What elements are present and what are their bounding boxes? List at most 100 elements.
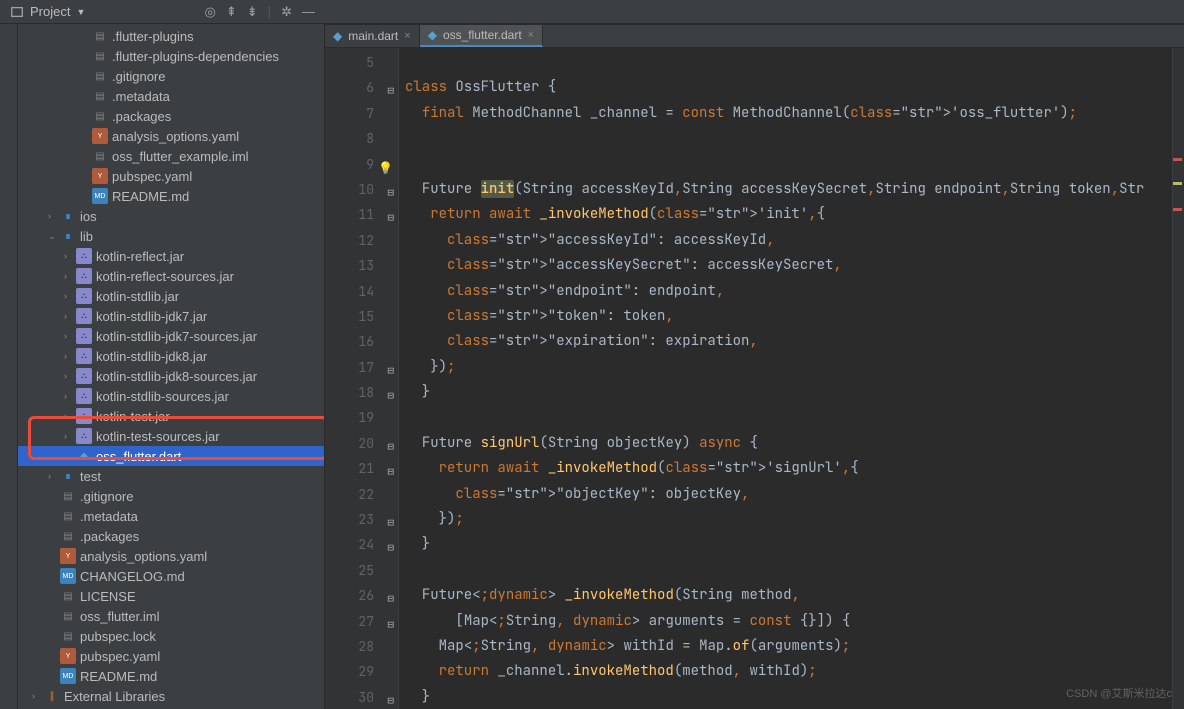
editor-tab[interactable]: ◆main.dart× bbox=[325, 25, 420, 47]
tree-row[interactable]: ⌄∎lib bbox=[18, 226, 324, 246]
code-line[interactable]: class OssFlutter { bbox=[405, 75, 1172, 100]
gutter-line[interactable]: 15 bbox=[325, 304, 398, 329]
code-line[interactable]: class="str">"accessKeySecret": accessKey… bbox=[405, 253, 1172, 278]
close-icon[interactable]: × bbox=[404, 30, 410, 42]
tree-arrow-icon[interactable]: › bbox=[64, 291, 76, 301]
tree-row[interactable]: ›∎test bbox=[18, 466, 324, 486]
gear-icon[interactable]: ✲ bbox=[281, 4, 292, 20]
tree-row[interactable]: ›∥External Libraries bbox=[18, 686, 324, 706]
gutter-line[interactable]: 23⊟ bbox=[325, 507, 398, 532]
code-line[interactable]: } bbox=[405, 380, 1172, 405]
fold-icon[interactable]: ⊟ bbox=[380, 79, 394, 93]
gutter-line[interactable]: 17⊟ bbox=[325, 355, 398, 380]
gutter-line[interactable]: 14 bbox=[325, 279, 398, 304]
code-line[interactable]: Future signUrl(String objectKey) async { bbox=[405, 431, 1172, 456]
tree-arrow-icon[interactable]: › bbox=[64, 371, 76, 381]
code-line[interactable] bbox=[405, 405, 1172, 430]
code-line[interactable]: final MethodChannel _channel = const Met… bbox=[405, 101, 1172, 126]
fold-icon[interactable]: ⊟ bbox=[380, 435, 394, 449]
tree-row[interactable]: MDREADME.md bbox=[18, 666, 324, 686]
tree-arrow-icon[interactable]: › bbox=[64, 271, 76, 281]
tree-row[interactable]: ›⛬kotlin-reflect-sources.jar bbox=[18, 266, 324, 286]
tree-arrow-icon[interactable]: › bbox=[48, 471, 60, 481]
tree-row[interactable]: ›⛬kotlin-stdlib-sources.jar bbox=[18, 386, 324, 406]
gutter-line[interactable]: 22 bbox=[325, 482, 398, 507]
tree-row[interactable]: ▤.flutter-plugins bbox=[18, 26, 324, 46]
gutter-line[interactable]: 8 bbox=[325, 126, 398, 151]
tree-row[interactable]: MDCHANGELOG.md bbox=[18, 566, 324, 586]
project-toolwindow-button[interactable]: Project ▼ bbox=[4, 2, 91, 21]
tree-arrow-icon[interactable]: › bbox=[48, 211, 60, 221]
gutter-line[interactable]: 13 bbox=[325, 253, 398, 278]
code-line[interactable]: Map<;String, dynamic> withId = Map.of(ar… bbox=[405, 634, 1172, 659]
close-icon[interactable]: × bbox=[528, 29, 534, 41]
gutter-line[interactable]: 24⊟ bbox=[325, 532, 398, 557]
tree-row[interactable]: ▤.gitignore bbox=[18, 66, 324, 86]
editor-tab[interactable]: ◆oss_flutter.dart× bbox=[420, 25, 543, 47]
locate-icon[interactable]: ◎ bbox=[205, 4, 216, 20]
code-line[interactable]: }); bbox=[405, 507, 1172, 532]
fold-icon[interactable]: ⊟ bbox=[380, 359, 394, 373]
fold-icon[interactable]: ⊟ bbox=[380, 587, 394, 601]
expand-all-icon[interactable]: ⇞ bbox=[226, 4, 237, 20]
gutter-line[interactable]: 10⊟ bbox=[325, 177, 398, 202]
gutter-line[interactable]: 26⊟ bbox=[325, 583, 398, 608]
fold-icon[interactable]: ⊟ bbox=[380, 384, 394, 398]
tree-row[interactable]: ▤pubspec.lock bbox=[18, 626, 324, 646]
code-line[interactable]: } bbox=[405, 532, 1172, 557]
tree-arrow-icon[interactable]: › bbox=[64, 411, 76, 421]
code-line[interactable]: }); bbox=[405, 355, 1172, 380]
code-line[interactable] bbox=[405, 558, 1172, 583]
code-line[interactable]: [Map<;String, dynamic> arguments = const… bbox=[405, 609, 1172, 634]
gutter-line[interactable]: 20⊟ bbox=[325, 431, 398, 456]
code-line[interactable]: class="str">"objectKey": objectKey, bbox=[405, 482, 1172, 507]
fold-icon[interactable]: ⊟ bbox=[380, 613, 394, 627]
tree-row[interactable]: ›⛬kotlin-test.jar bbox=[18, 406, 324, 426]
tree-row[interactable]: ▤.packages bbox=[18, 526, 324, 546]
gutter-line[interactable]: 19 bbox=[325, 405, 398, 430]
gutter-line[interactable]: 12 bbox=[325, 228, 398, 253]
gutter-line[interactable]: 27⊟ bbox=[325, 609, 398, 634]
tree-row[interactable]: ›∎ios bbox=[18, 206, 324, 226]
tree-row[interactable]: ›⛬kotlin-stdlib-jdk8-sources.jar bbox=[18, 366, 324, 386]
tree-arrow-icon[interactable]: › bbox=[64, 331, 76, 341]
gutter-line[interactable]: 21⊟ bbox=[325, 456, 398, 481]
code-editor[interactable]: class OssFlutter { final MethodChannel _… bbox=[399, 48, 1172, 709]
tree-arrow-icon[interactable]: › bbox=[64, 431, 76, 441]
gutter-line[interactable]: 5 bbox=[325, 50, 398, 75]
gutter-line[interactable]: 11⊟ bbox=[325, 202, 398, 227]
gutter-line[interactable]: 18⊟ bbox=[325, 380, 398, 405]
tree-row[interactable]: Ypubspec.yaml bbox=[18, 646, 324, 666]
tree-row[interactable]: ›⛬kotlin-stdlib-jdk8.jar bbox=[18, 346, 324, 366]
gutter-line[interactable]: 7 bbox=[325, 101, 398, 126]
tree-row[interactable]: MDREADME.md bbox=[18, 186, 324, 206]
gutter-line[interactable]: 16 bbox=[325, 329, 398, 354]
tree-row[interactable]: ›⛬kotlin-stdlib-jdk7-sources.jar bbox=[18, 326, 324, 346]
fold-icon[interactable]: ⊟ bbox=[380, 181, 394, 195]
code-line[interactable]: return await _invokeMethod(class="str">'… bbox=[405, 456, 1172, 481]
tree-row[interactable]: Yanalysis_options.yaml bbox=[18, 546, 324, 566]
tree-arrow-icon[interactable]: › bbox=[64, 391, 76, 401]
code-line[interactable]: class="str">"endpoint": endpoint, bbox=[405, 279, 1172, 304]
code-line[interactable]: class="str">"token": token, bbox=[405, 304, 1172, 329]
tree-row[interactable]: Ypubspec.yaml bbox=[18, 166, 324, 186]
code-line[interactable]: class="str">"expiration": expiration, bbox=[405, 329, 1172, 354]
tree-row[interactable]: ›⛬kotlin-stdlib.jar bbox=[18, 286, 324, 306]
tree-row[interactable]: ▤.gitignore bbox=[18, 486, 324, 506]
fold-icon[interactable]: ⊟ bbox=[380, 511, 394, 525]
code-line[interactable] bbox=[405, 50, 1172, 75]
code-line[interactable]: Future init(String accessKeyId,String ac… bbox=[405, 177, 1172, 202]
tree-row[interactable]: Yanalysis_options.yaml bbox=[18, 126, 324, 146]
bulb-icon[interactable]: 💡 bbox=[378, 156, 392, 170]
fold-icon[interactable]: ⊟ bbox=[380, 689, 394, 703]
fold-icon[interactable]: ⊟ bbox=[380, 536, 394, 550]
code-line[interactable]: Future<;dynamic> _invokeMethod(String me… bbox=[405, 583, 1172, 608]
code-line[interactable] bbox=[405, 126, 1172, 151]
tree-row[interactable]: ▤oss_flutter_example.iml bbox=[18, 146, 324, 166]
tree-row[interactable]: ›⛬kotlin-test-sources.jar bbox=[18, 426, 324, 446]
tree-row[interactable]: ◆oss_flutter.dart bbox=[18, 446, 324, 466]
fold-icon[interactable]: ⊟ bbox=[380, 206, 394, 220]
fold-icon[interactable]: ⊟ bbox=[380, 460, 394, 474]
tree-arrow-icon[interactable]: › bbox=[64, 251, 76, 261]
tree-arrow-icon[interactable]: ⌄ bbox=[48, 231, 60, 242]
